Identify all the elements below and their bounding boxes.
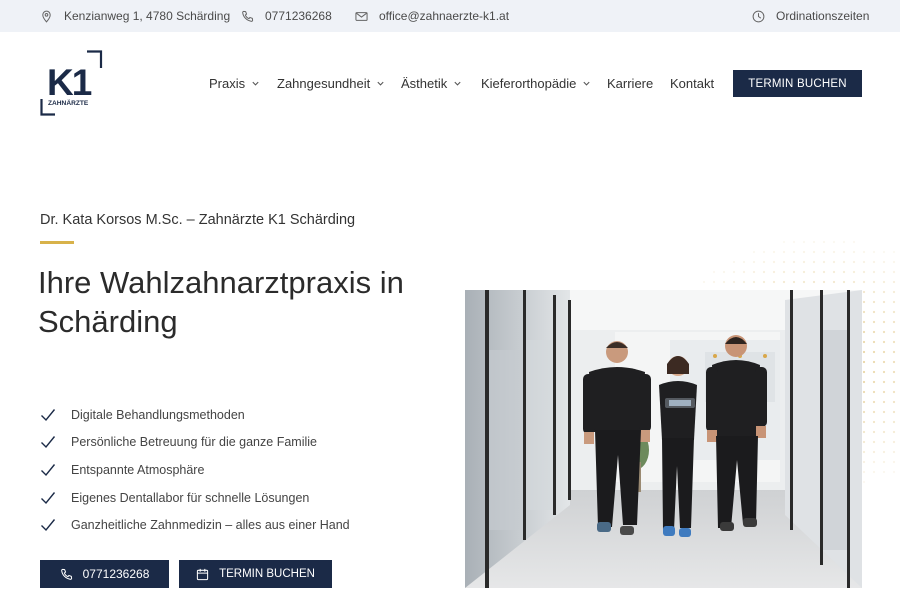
address-link[interactable]: Kenzianweg 1, 4780 Schärding (40, 0, 230, 32)
opening-hours-link[interactable]: Ordinationszeiten (752, 0, 869, 32)
location-pin-icon (42, 10, 51, 23)
nav-item-label: Kontakt (670, 75, 715, 91)
team-hallway-photo (465, 290, 862, 588)
call-button-label: 0771236268 (82, 567, 150, 581)
logo-mark: K1 (47, 62, 92, 103)
feature-text: Ganzheitliche Zahnmedizin – alles aus ei… (71, 518, 350, 533)
opening-hours-text: Ordinationszeiten (776, 9, 870, 23)
nav-item-label: Karriere (607, 75, 654, 91)
call-button[interactable]: 0771236268 (40, 560, 169, 588)
checkmark-icon (41, 464, 56, 477)
book-appointment-button[interactable]: TERMIN BUCHEN (179, 560, 332, 588)
logo-subtext: ZAHNÄRZTE (48, 99, 89, 107)
accent-divider (40, 241, 74, 244)
k1-logo[interactable]: K1 ZAHNÄRZTE (38, 50, 104, 116)
address-text: Kenzianweg 1, 4780 Schärding (64, 9, 231, 23)
chevron-down-icon (252, 81, 259, 86)
phone-icon (242, 10, 254, 22)
nav-item-label: Kieferorthopädie (481, 75, 577, 91)
checkmark-icon (41, 491, 56, 504)
feature-item: Eigenes Dentallabor für schnelle Lösunge… (40, 484, 350, 512)
feature-list: Digitale Behandlungsmethoden Persönliche… (40, 401, 350, 539)
feature-item: Persönliche Betreuung für die ganze Fami… (40, 429, 350, 457)
top-info-bar: Kenzianweg 1, 4780 Schärding 0771236268 … (0, 0, 900, 32)
feature-item: Entspannte Atmosphäre (40, 456, 350, 484)
feature-text: Digitale Behandlungsmethoden (71, 407, 245, 422)
email-text: office@zahnaerzte-k1.at (379, 9, 510, 23)
header-book-appointment-button[interactable]: TERMIN BUCHEN (733, 70, 862, 97)
feature-text: Eigenes Dentallabor für schnelle Lösunge… (71, 490, 310, 505)
feature-item: Ganzheitliche Zahnmedizin – alles aus ei… (40, 511, 350, 539)
book-button-label: TERMIN BUCHEN (219, 568, 315, 580)
feature-item: Digitale Behandlungsmethoden (40, 401, 350, 429)
nav-item-label: Praxis (209, 75, 246, 91)
phone-text: 0771236268 (265, 9, 332, 23)
email-link[interactable]: office@zahnaerzte-k1.at (355, 0, 509, 32)
checkmark-icon (41, 436, 56, 449)
checkmark-icon (41, 408, 56, 421)
chevron-down-icon (454, 81, 461, 86)
envelope-icon (355, 11, 368, 21)
checkmark-icon (41, 519, 56, 532)
calendar-icon (196, 568, 209, 580)
phone-link[interactable]: 0771236268 (241, 0, 332, 32)
hero-title: Ihre Wahlzahnarztpraxis in Schärding (38, 265, 404, 339)
clock-icon (752, 10, 765, 22)
nav-item-label: Zahngesundheit (277, 75, 371, 91)
feature-text: Persönliche Betreuung für die ganze Fami… (71, 435, 317, 450)
feature-text: Entspannte Atmosphäre (71, 462, 205, 477)
chevron-down-icon (583, 81, 590, 86)
nav-item-label: Ästhetik (401, 75, 448, 91)
nav-item-aesthetik[interactable]: Ästhetik (401, 72, 462, 94)
phone-icon (60, 568, 72, 580)
nav-item-zahngesundheit[interactable]: Zahngesundheit (277, 72, 385, 94)
hero-subtitle: Dr. Kata Korsos M.Sc. – Zahnärzte K1 Sch… (40, 212, 356, 228)
nav-item-kieferorthopaedie[interactable]: Kieferorthopädie (481, 72, 591, 94)
nav-item-kontakt[interactable]: Kontakt (670, 72, 714, 94)
nav-item-karriere[interactable]: Karriere (607, 72, 653, 94)
nav-item-praxis[interactable]: Praxis (209, 72, 260, 94)
chevron-down-icon (377, 81, 384, 86)
